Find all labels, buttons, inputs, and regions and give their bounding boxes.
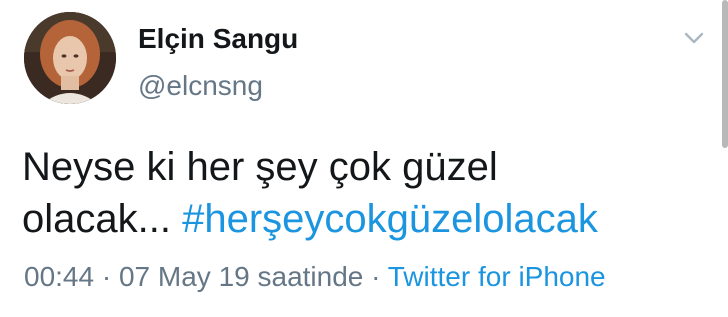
tweet-date[interactable]: 07 May 19 saatinde: [119, 261, 363, 292]
avatar-image: [24, 12, 116, 104]
avatar[interactable]: [24, 12, 116, 104]
user-handle[interactable]: @elcnsng: [138, 70, 263, 102]
tweet-text-fragment: olacak...: [22, 197, 171, 241]
tweet-metadata: 00:44 · 07 May 19 saatinde · Twitter for…: [24, 260, 606, 294]
tweet-text-line: olacak... #herşeycokgüzelolacak: [22, 193, 702, 245]
tweet-time[interactable]: 00:44: [24, 261, 94, 292]
meta-separator: ·: [363, 261, 388, 292]
hashtag-link[interactable]: #herşeycokgüzelolacak: [182, 197, 598, 241]
meta-separator: ·: [94, 261, 119, 292]
chevron-down-icon[interactable]: [682, 28, 706, 48]
tweet-source-link[interactable]: Twitter for iPhone: [388, 261, 606, 292]
tweet-text-line: Neyse ki her şey çok güzel: [22, 145, 498, 189]
tweet-text: Neyse ki her şey çok güzel olacak... #he…: [22, 141, 702, 245]
scrollbar[interactable]: [722, 0, 728, 148]
user-display-name[interactable]: Elçin Sangu: [138, 23, 298, 55]
tweet-card: Elçin Sangu @elcnsng Neyse ki her şey ço…: [0, 0, 728, 317]
